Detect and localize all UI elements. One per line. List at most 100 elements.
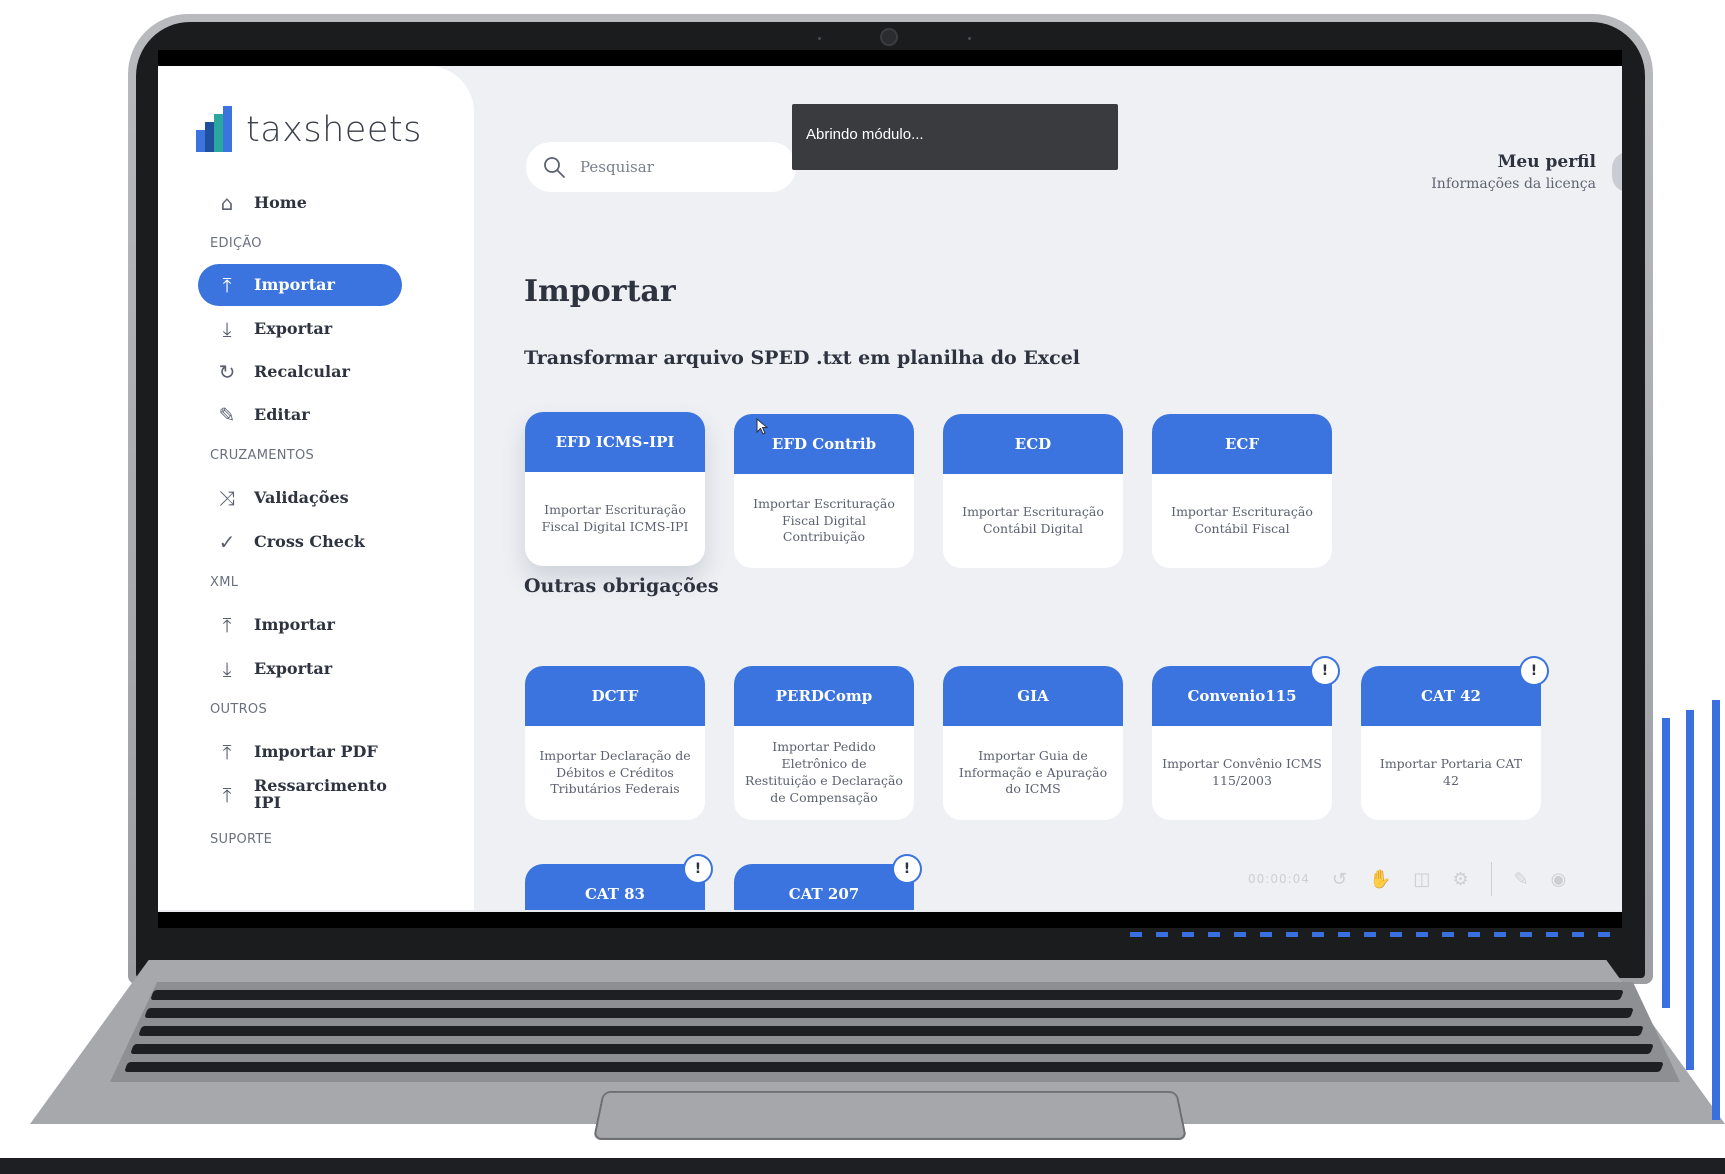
sidebar-item-importar-pdf[interactable]: ⤒ Importar PDF <box>198 731 402 773</box>
record-icon[interactable]: ◉ <box>1551 869 1567 890</box>
sidebar-item-recalcular[interactable]: ↻ Recalcular <box>198 351 402 393</box>
card-ecd[interactable]: ECD Importar Escrituração Contábil Digit… <box>943 414 1123 568</box>
pencil-icon: ✎ <box>218 403 236 427</box>
card-description: Importar Escrituração Contábil Digital <box>962 504 1104 536</box>
section-label-suporte: SUPORTE <box>210 832 273 847</box>
camera-icon[interactable]: ◫ <box>1413 869 1430 890</box>
trackpad <box>592 1090 1188 1140</box>
card-description: Importar Guia de Informação e Apuração d… <box>958 747 1108 797</box>
settings-icon[interactable]: ⚙ <box>1452 869 1468 890</box>
card-perdcomp[interactable]: PERDComp Importar Pedido Eletrônico de R… <box>734 666 914 820</box>
laptop-screen: taxsheets ⌂ Home EDIÇÃO ⤒ Importar ⤓ Exp… <box>158 50 1622 928</box>
alert-badge: ! <box>1312 658 1338 684</box>
upload-icon: ⤒ <box>222 783 232 807</box>
card-ecf[interactable]: ECF Importar Escrituração Contábil Fisca… <box>1152 414 1332 568</box>
profile-menu[interactable]: Meu perfil Informações da licença <box>1431 152 1596 192</box>
mic-icon[interactable]: ✋ <box>1369 869 1391 890</box>
profile-license-link[interactable]: Informações da licença <box>1431 176 1596 192</box>
keyboard-row <box>150 990 1624 1000</box>
avatar[interactable] <box>1612 152 1622 192</box>
recording-controls: 00:00:04 ↺ ✋ ◫ ⚙ ✎ ◉ <box>1248 862 1566 896</box>
card-title: GIA <box>943 666 1123 726</box>
card-title: CAT 83 <box>525 864 705 910</box>
card-cat-83[interactable]: CAT 83 ! <box>525 856 711 910</box>
sidebar-item-editar[interactable]: ✎ Editar <box>198 394 402 436</box>
keyboard-row <box>130 1044 1654 1054</box>
download-icon: ⤓ <box>222 657 232 681</box>
taxsheets-app: taxsheets ⌂ Home EDIÇÃO ⤒ Importar ⤓ Exp… <box>158 66 1622 910</box>
card-description: Importar Convênio ICMS 115/2003 <box>1162 756 1322 788</box>
section-label-outros: OUTROS <box>210 702 268 717</box>
sidebar-item-exportar[interactable]: ⤓ Exportar <box>198 308 402 350</box>
upload-icon: ⤒ <box>222 740 232 764</box>
sidebar-item-validacoes[interactable]: ⤨ Validações <box>198 477 402 519</box>
draw-icon[interactable]: ✎ <box>1514 869 1529 890</box>
card-title: EFD ICMS-IPI <box>525 412 705 472</box>
decorative-stripe <box>1686 710 1694 1070</box>
keyboard-row <box>138 1026 1644 1036</box>
card-title: CAT 42 <box>1361 666 1541 726</box>
refresh-icon: ↻ <box>218 360 236 384</box>
sidebar-item-ressarcimento-ipi[interactable]: ⤒ Ressarcimento IPI <box>198 772 402 818</box>
card-title: PERDComp <box>734 666 914 726</box>
section-title-sped: Transformar arquivo SPED .txt em planilh… <box>524 347 1081 369</box>
webcam <box>880 28 898 46</box>
recording-time: 00:00:04 <box>1248 872 1310 886</box>
search-icon <box>544 157 565 178</box>
alert-badge: ! <box>894 856 920 882</box>
upload-icon: ⤒ <box>222 273 232 297</box>
laptop-base-edge <box>0 1158 1725 1174</box>
keyboard-row <box>124 1062 1664 1072</box>
card-gia[interactable]: GIA Importar Guia de Informação e Apuraç… <box>943 666 1123 820</box>
loading-toast: Abrindo módulo... <box>792 104 1118 170</box>
search-bar[interactable] <box>526 142 796 192</box>
card-efd-icms-ipi[interactable]: EFD ICMS-IPI Importar Escrituração Fisca… <box>525 412 705 566</box>
card-cat-42[interactable]: CAT 42 Importar Portaria CAT 42 ! <box>1361 658 1547 820</box>
card-title: CAT 207 <box>734 864 914 910</box>
sidebar-item-xml-exportar[interactable]: ⤓ Exportar <box>198 648 402 690</box>
upload-icon: ⤒ <box>222 613 232 637</box>
card-description: Importar Declaração de Débitos e Crédito… <box>539 747 691 797</box>
section-label-edicao: EDIÇÃO <box>210 236 262 251</box>
camera-sensor-dot <box>968 37 971 40</box>
card-dctf[interactable]: DCTF Importar Declaração de Débitos e Cr… <box>525 666 705 820</box>
alert-badge: ! <box>1521 658 1547 684</box>
card-convenio115[interactable]: Convenio115 Importar Convênio ICMS 115/2… <box>1152 658 1338 820</box>
card-title: ECD <box>943 414 1123 474</box>
mouse-cursor-icon <box>756 418 769 435</box>
camera-sensor-dot <box>818 37 821 40</box>
card-cat-207[interactable]: CAT 207 ! <box>734 856 920 910</box>
sidebar-item-cross-check[interactable]: ✓ Cross Check <box>198 521 402 563</box>
search-input[interactable] <box>580 158 780 176</box>
section-label-cruzamentos: CRUZAMENTOS <box>210 448 315 463</box>
restart-icon[interactable]: ↺ <box>1332 869 1347 890</box>
decorative-stripe <box>1662 718 1670 1008</box>
decorative-stripe <box>1712 700 1720 1120</box>
logo-text: taxsheets <box>246 110 422 150</box>
card-efd-contrib[interactable]: EFD Contrib Importar Escrituração Fiscal… <box>734 414 914 568</box>
page-title: Importar <box>524 274 676 309</box>
card-description: Importar Escrituração Fiscal Digital ICM… <box>541 502 689 534</box>
sidebar: taxsheets ⌂ Home EDIÇÃO ⤒ Importar ⤓ Exp… <box>158 66 474 910</box>
sidebar-item-home[interactable]: ⌂ Home <box>198 182 402 224</box>
card-title: DCTF <box>525 666 705 726</box>
shuffle-icon: ⤨ <box>219 486 235 510</box>
keyboard-row <box>144 1008 1634 1018</box>
card-title: Convenio115 <box>1152 666 1332 726</box>
profile-name: Meu perfil <box>1497 152 1596 172</box>
section-label-xml: XML <box>210 575 239 590</box>
card-title: ECF <box>1152 414 1332 474</box>
alert-badge: ! <box>685 856 711 882</box>
card-description: Importar Portaria CAT 42 <box>1379 756 1523 788</box>
taxsheets-logo[interactable]: taxsheets <box>196 106 422 154</box>
home-icon: ⌂ <box>220 191 234 215</box>
check-icon: ✓ <box>218 530 236 554</box>
card-description: Importar Escrituração Contábil Fiscal <box>1171 504 1313 536</box>
sidebar-item-xml-importar[interactable]: ⤒ Importar <box>198 604 402 646</box>
decorative-dashes <box>1130 932 1620 937</box>
section-title-outras: Outras obrigações <box>524 575 719 597</box>
logo-icon <box>196 106 234 154</box>
card-description: Importar Pedido Eletrônico de Restituiçã… <box>745 739 903 805</box>
download-icon: ⤓ <box>222 317 232 341</box>
sidebar-item-importar[interactable]: ⤒ Importar <box>198 264 402 306</box>
